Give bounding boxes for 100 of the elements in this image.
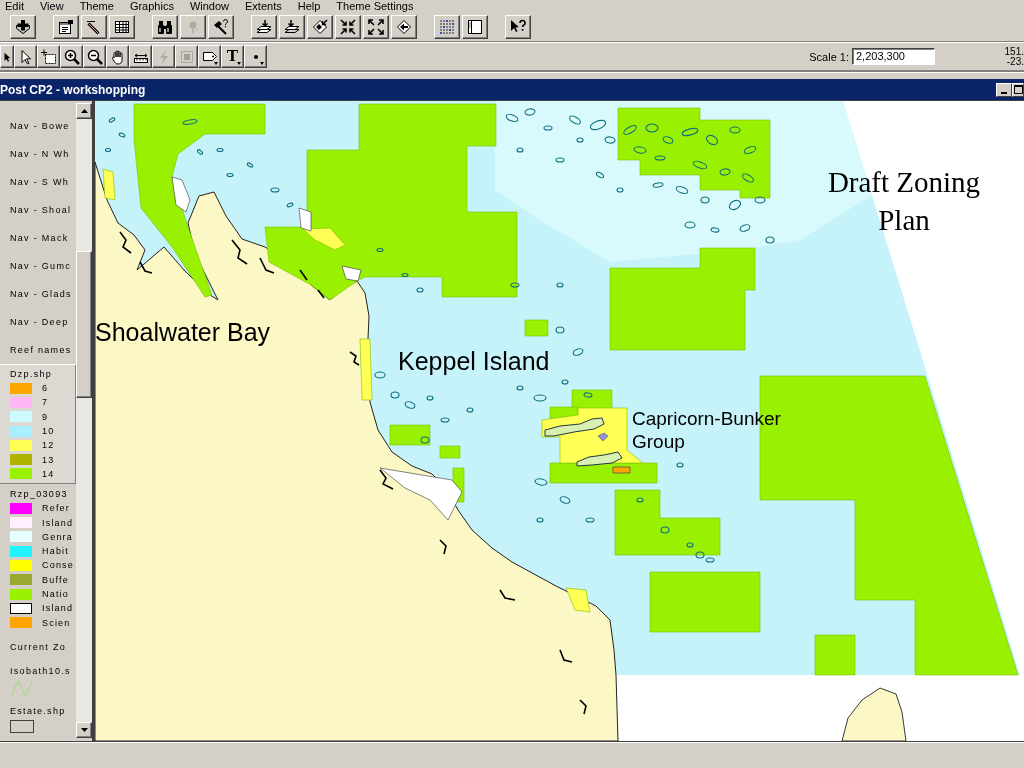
pan-tool-button[interactable] <box>106 45 129 68</box>
text-tool-button[interactable]: T <box>221 45 244 68</box>
menu-item[interactable]: Edit <box>0 0 32 13</box>
scrollbar-thumb[interactable] <box>76 251 92 398</box>
island-zone-polygon <box>298 207 312 232</box>
point-tool-button[interactable] <box>244 45 267 68</box>
reef-outline <box>636 497 644 503</box>
zoom-in-button[interactable] <box>60 45 83 68</box>
reef-outline <box>466 407 474 413</box>
menu-item[interactable]: Theme <box>71 0 122 13</box>
zoom-full-extent-button[interactable] <box>251 15 277 39</box>
zoom-selected-button[interactable] <box>307 15 333 39</box>
zoom-in-fixed-button[interactable] <box>335 15 361 39</box>
zoom-out-button[interactable] <box>83 45 106 68</box>
theme-name[interactable]: Nav - Shoal <box>10 203 72 217</box>
menu-item[interactable]: Theme Settings <box>328 0 422 13</box>
reef-outline <box>440 417 450 423</box>
scroll-down-button[interactable] <box>76 722 92 738</box>
river-mark <box>231 239 248 265</box>
reef-outline <box>374 371 386 379</box>
zone-polygon <box>439 445 461 459</box>
table-icon <box>114 19 130 35</box>
reef-outline <box>700 196 710 204</box>
reef-outline <box>654 155 666 161</box>
measure-tool-button[interactable] <box>129 45 152 68</box>
menu-item[interactable]: Help <box>289 0 329 13</box>
diamond-arrow-icon <box>312 19 328 35</box>
reef-outline <box>705 134 719 146</box>
menu-item[interactable]: Extents <box>237 0 290 13</box>
theme-name[interactable]: Current Zo <box>10 639 66 654</box>
dotted-square-icon <box>178 48 195 65</box>
zoom-previous-button[interactable] <box>391 15 417 39</box>
reef-outline <box>216 147 224 153</box>
clear-selection-button[interactable] <box>462 15 488 39</box>
maximize-button[interactable] <box>1012 82 1024 97</box>
area-tool-button[interactable] <box>175 45 198 68</box>
label-tool-button[interactable] <box>198 45 221 68</box>
open-table-button[interactable] <box>109 15 135 39</box>
theme-name[interactable]: Rzp_03093 <box>10 487 68 502</box>
reef-outline <box>559 496 571 504</box>
map-title: Draft Zoning Plan <box>826 165 982 238</box>
reef-outline <box>536 517 544 523</box>
dropdown-caret-icon <box>214 62 218 65</box>
zoom-active-themes-button[interactable] <box>279 15 305 39</box>
window-title: Post CP2 - workshopping <box>0 82 146 97</box>
select-tool-button[interactable] <box>37 45 60 68</box>
reef-outline <box>710 227 720 233</box>
theme-name[interactable]: Estate.shp <box>10 703 66 718</box>
dropdown-caret-icon <box>260 62 264 65</box>
theme-name[interactable]: Nav - Mack <box>10 231 69 245</box>
legend-class-label: 13 <box>42 453 55 466</box>
reef-outline <box>510 282 520 288</box>
active-theme-panel[interactable]: Dzp.shp 6 7 9 10 12 13 14 <box>0 364 76 485</box>
theme-name[interactable]: Dzp.shp <box>10 367 53 381</box>
coordinate-readout: -23. <box>1006 56 1024 67</box>
reef-outline <box>286 202 294 208</box>
theme-name[interactable]: Nav - Glads <box>10 287 72 301</box>
zoom-in-icon <box>63 48 80 65</box>
edit-legend-button[interactable] <box>81 15 107 39</box>
layers-arrow-icon <box>256 19 272 35</box>
reef-outline <box>645 123 659 133</box>
menu-item[interactable]: Graphics <box>121 0 182 13</box>
theme-name[interactable]: Nav - Bowe <box>10 119 70 133</box>
reef-outline <box>633 146 647 154</box>
reef-outline <box>660 526 670 534</box>
menu-item[interactable]: Window <box>181 0 238 13</box>
help-button[interactable] <box>505 15 531 39</box>
theme-name[interactable]: Nav - Deep <box>10 315 69 329</box>
hand-icon <box>109 48 126 65</box>
menu-item[interactable]: View <box>31 0 72 13</box>
reef-outline <box>742 173 754 183</box>
legend-class-label: Refer <box>42 502 70 515</box>
map-label: Keppel Island <box>398 346 550 376</box>
reef-outline <box>616 187 624 193</box>
reef-outline <box>426 395 434 401</box>
query-builder-button[interactable] <box>208 15 234 39</box>
select-by-graphic-button[interactable] <box>434 15 460 39</box>
theme-name[interactable]: Reef names <box>10 343 72 357</box>
theme-name[interactable]: Nav - S Wh <box>10 175 69 189</box>
pencil-icon <box>86 19 102 35</box>
scale-field[interactable]: 2,203,300 <box>852 48 935 65</box>
vertex-tool-button[interactable] <box>14 45 37 68</box>
theme-name[interactable]: Isobath10.s <box>10 663 71 678</box>
theme-name[interactable]: Nav - N Wh <box>10 147 70 161</box>
reef-outline <box>182 119 198 125</box>
add-theme-button[interactable] <box>10 15 36 39</box>
theme-name[interactable]: Nav - Gumc <box>10 259 71 273</box>
legend-class-label: 12 <box>42 439 55 452</box>
reef-outline <box>401 272 409 278</box>
select-box-icon <box>40 48 57 65</box>
zoom-out-fixed-button[interactable] <box>363 15 389 39</box>
minimize-button[interactable] <box>996 82 1012 97</box>
theme-properties-button[interactable] <box>53 15 79 39</box>
reef-outline <box>754 196 766 204</box>
legend-class-label: Genra <box>42 530 73 543</box>
pointer-tool-button[interactable] <box>0 45 14 68</box>
river-mark <box>139 261 153 274</box>
caret-up-icon <box>80 109 88 113</box>
scroll-up-button[interactable] <box>76 103 92 119</box>
find-button[interactable] <box>152 15 178 39</box>
